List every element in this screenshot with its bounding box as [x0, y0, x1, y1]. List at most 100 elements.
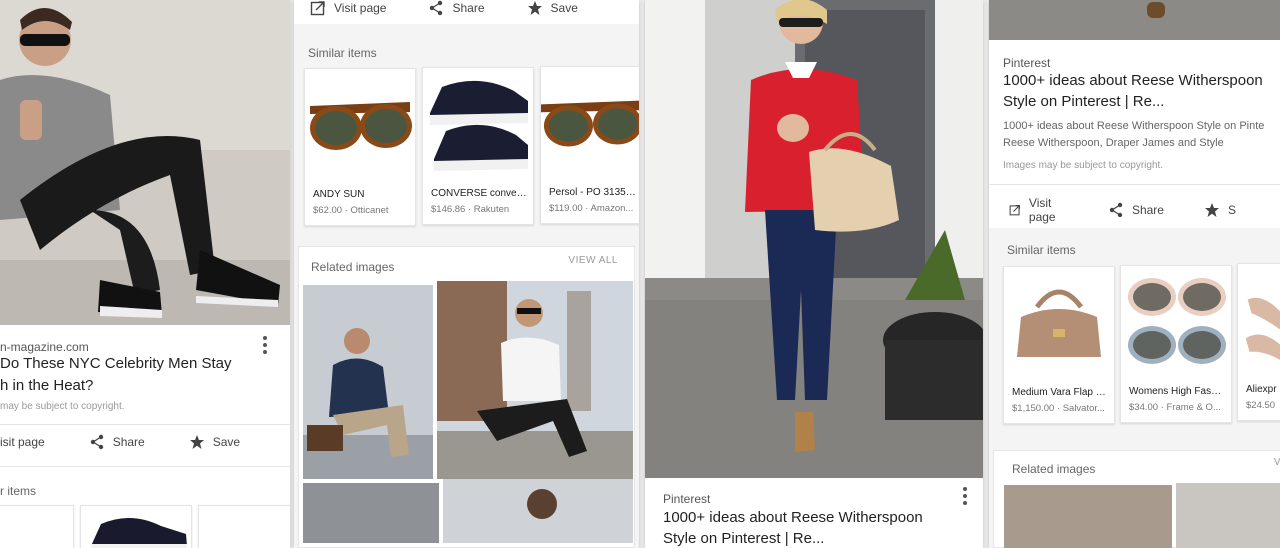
result-source[interactable]: n-magazine.com: [0, 340, 89, 354]
related-images-heading: Related images: [1012, 462, 1096, 476]
item-name: Aliexpr: [1246, 384, 1277, 395]
share-button[interactable]: Share: [1108, 202, 1164, 218]
visit-page-button[interactable]: isit page: [0, 435, 45, 449]
result-title-line-2[interactable]: Style on Pinterest | Re...: [1003, 91, 1164, 113]
result-description-line-2: Reese Witherspoon, Draper James and Styl…: [1003, 137, 1224, 149]
more-options-icon[interactable]: [263, 336, 267, 357]
sunglasses-tortoise-icon: [541, 100, 639, 147]
handbag-icon: [1017, 289, 1101, 357]
sunglasses-tortoise-icon: [310, 102, 412, 150]
result-panel-3: Pinterest 1000+ ideas about Reese Wither…: [645, 0, 983, 548]
man-in-blazer-image: [303, 285, 433, 479]
related-images-heading: Related images: [311, 260, 395, 274]
visit-page-label: Visit page: [1028, 196, 1056, 224]
similar-items-heading: Similar items: [1007, 243, 1076, 257]
similar-item-card[interactable]: [80, 505, 192, 548]
action-bar: Visit page Share Save: [310, 0, 622, 16]
more-options-icon[interactable]: [963, 487, 967, 508]
star-icon: [527, 1, 542, 15]
share-icon: [1109, 202, 1123, 218]
result-title-line-2[interactable]: Style on Pinterest | Re...: [663, 528, 824, 548]
related-image[interactable]: [437, 281, 633, 479]
similar-items-heading: r items: [0, 484, 36, 498]
result-panel-4: Pinterest 1000+ ideas about Reese Wither…: [989, 0, 1280, 548]
save-button[interactable]: Save: [189, 434, 240, 450]
related-images-section: Related images VIEW ALL: [298, 246, 635, 548]
item-price-store: $24.50: [1246, 400, 1276, 411]
action-bar: Visit page Share S: [1009, 196, 1280, 224]
item-price-store: $146.86 · Rakuten: [431, 204, 510, 215]
share-icon: [90, 434, 103, 450]
result-source[interactable]: Pinterest: [663, 492, 710, 506]
main-photo-man-sitting[interactable]: [0, 0, 290, 325]
main-photo-woman-red-sweater[interactable]: [645, 0, 983, 478]
result-title-line-1[interactable]: Do These NYC Celebrity Men Stay: [0, 353, 231, 375]
share-button[interactable]: Share: [428, 0, 485, 16]
result-title-line-1[interactable]: 1000+ ideas about Reese Witherspoon: [1003, 70, 1263, 92]
copyright-notice: may be subject to copyright.: [0, 401, 125, 412]
item-name: ANDY SUN: [313, 189, 365, 200]
result-panel-1: n-magazine.com Do These NYC Celebrity Me…: [0, 0, 290, 548]
result-title-line-1[interactable]: 1000+ ideas about Reese Witherspoon: [663, 507, 923, 529]
shoe-shape: [1147, 2, 1165, 18]
view-all-link[interactable]: VIEW ALL: [568, 255, 618, 266]
woman-walking-illustration: [645, 0, 983, 478]
save-button[interactable]: S: [1204, 202, 1236, 218]
save-label: S: [1227, 203, 1236, 217]
similar-item-card[interactable]: Aliexpr $24.50: [1237, 263, 1280, 421]
similar-item-card[interactable]: Womens High Fashi... $34.00 · Frame & O.…: [1120, 265, 1232, 423]
top-photo-crop[interactable]: [989, 0, 1280, 40]
visit-page-button[interactable]: Visit page: [1009, 196, 1068, 224]
similar-item-card[interactable]: [198, 505, 290, 548]
similar-item-card[interactable]: [0, 505, 74, 548]
open-in-new-icon: [1009, 205, 1020, 216]
item-price-store: $34.00 · Frame & O...: [1129, 402, 1221, 413]
item-name: Womens High Fashi...: [1129, 386, 1225, 397]
divider: [0, 424, 290, 425]
copyright-notice: Images may be subject to copyright.: [1003, 160, 1164, 171]
save-label: Save: [212, 435, 241, 449]
save-label: Save: [550, 1, 578, 15]
divider: [989, 184, 1280, 185]
person-head-shape: [527, 489, 557, 519]
similar-item-card[interactable]: Medium Vara Flap B... $1,150.00 · Salvat…: [1003, 266, 1115, 424]
result-title-line-2[interactable]: h in the Heat?: [0, 375, 93, 397]
share-button[interactable]: Share: [89, 434, 145, 450]
star-icon: [1204, 203, 1219, 217]
item-name: Medium Vara Flap B...: [1012, 387, 1108, 398]
man-sitting-illustration: [0, 0, 290, 325]
share-label: Share: [1131, 203, 1164, 217]
man-in-white-tee-image: [437, 281, 633, 479]
result-source[interactable]: Pinterest: [1003, 56, 1050, 70]
action-bar: isit page Share Save: [0, 434, 284, 450]
related-image[interactable]: [303, 483, 439, 543]
heels-icon: [1245, 297, 1280, 360]
item-name: CONVERSE convers...: [431, 188, 527, 199]
item-name: Persol - PO 3135S...: [549, 187, 637, 198]
similar-items-heading: Similar items: [308, 46, 377, 60]
related-image[interactable]: [443, 479, 633, 543]
sneaker-icon: [91, 517, 187, 548]
similar-item-card[interactable]: ANDY SUN $62.00 · Otticanet: [304, 68, 416, 226]
save-button[interactable]: Save: [527, 0, 578, 16]
related-image[interactable]: [303, 285, 433, 479]
sunglasses-pink-icon: [1128, 278, 1226, 364]
similar-item-card[interactable]: Persol - PO 3135S... $119.00 · Amazon...: [540, 66, 639, 224]
visit-page-label: isit page: [0, 435, 45, 449]
star-icon: [189, 435, 204, 449]
related-image[interactable]: [1176, 483, 1280, 548]
item-price-store: $119.00 · Amazon...: [549, 203, 634, 214]
share-label: Share: [452, 1, 485, 15]
similar-item-card[interactable]: CONVERSE convers... $146.86 · Rakuten: [422, 67, 534, 225]
item-price-store: $1,150.00 · Salvator...: [1012, 403, 1105, 414]
related-images-section: Related images V: [993, 450, 1280, 548]
result-panel-2: Visit page Share Save Similar items ANDY…: [294, 0, 639, 548]
item-price-store: $62.00 · Otticanet: [313, 205, 389, 216]
open-in-new-icon: [310, 1, 325, 16]
view-all-link[interactable]: V: [1274, 457, 1280, 468]
share-icon: [430, 0, 443, 16]
related-image[interactable]: [1004, 485, 1172, 548]
sneaker-icon: [430, 80, 528, 171]
visit-page-button[interactable]: Visit page: [310, 0, 386, 16]
divider: [0, 466, 290, 467]
